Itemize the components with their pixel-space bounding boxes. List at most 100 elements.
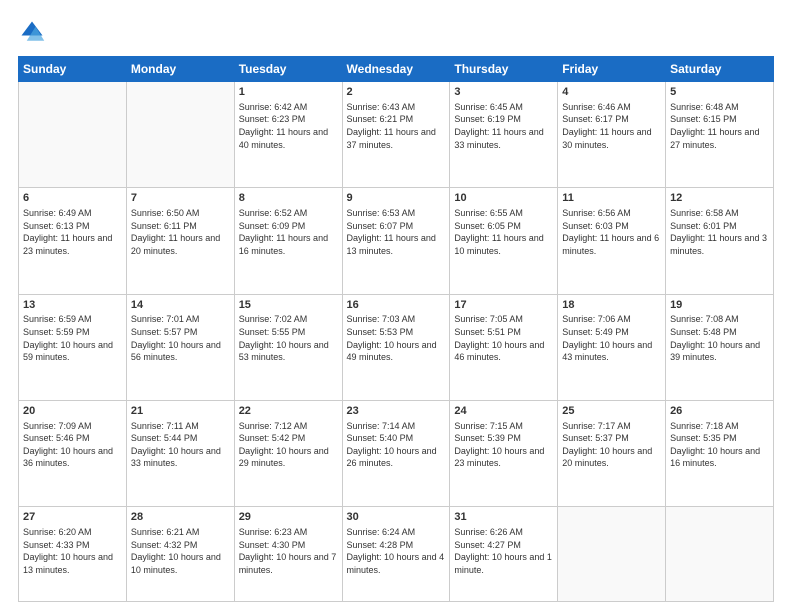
weekday-header: Friday (558, 57, 666, 82)
day-info: Sunrise: 7:03 AM Sunset: 5:53 PM Dayligh… (347, 313, 446, 363)
calendar-cell: 26Sunrise: 7:18 AM Sunset: 5:35 PM Dayli… (666, 400, 774, 506)
day-info: Sunrise: 7:01 AM Sunset: 5:57 PM Dayligh… (131, 313, 230, 363)
day-number: 20 (23, 404, 122, 419)
logo-icon (18, 18, 46, 46)
weekday-header: Thursday (450, 57, 558, 82)
calendar-cell: 5Sunrise: 6:48 AM Sunset: 6:15 PM Daylig… (666, 82, 774, 188)
day-number: 30 (347, 510, 446, 525)
day-number: 7 (131, 191, 230, 206)
calendar-week-row: 1Sunrise: 6:42 AM Sunset: 6:23 PM Daylig… (19, 82, 774, 188)
calendar-cell (666, 507, 774, 602)
day-number: 16 (347, 298, 446, 313)
day-number: 8 (239, 191, 338, 206)
weekday-header: Tuesday (234, 57, 342, 82)
day-info: Sunrise: 7:15 AM Sunset: 5:39 PM Dayligh… (454, 420, 553, 470)
day-number: 13 (23, 298, 122, 313)
calendar-cell (558, 507, 666, 602)
calendar-cell: 1Sunrise: 6:42 AM Sunset: 6:23 PM Daylig… (234, 82, 342, 188)
day-number: 21 (131, 404, 230, 419)
day-number: 10 (454, 191, 553, 206)
day-number: 14 (131, 298, 230, 313)
day-info: Sunrise: 7:11 AM Sunset: 5:44 PM Dayligh… (131, 420, 230, 470)
day-info: Sunrise: 6:42 AM Sunset: 6:23 PM Dayligh… (239, 101, 338, 151)
calendar-cell (19, 82, 127, 188)
calendar-cell: 11Sunrise: 6:56 AM Sunset: 6:03 PM Dayli… (558, 188, 666, 294)
calendar-cell: 8Sunrise: 6:52 AM Sunset: 6:09 PM Daylig… (234, 188, 342, 294)
calendar-cell: 19Sunrise: 7:08 AM Sunset: 5:48 PM Dayli… (666, 294, 774, 400)
weekday-header: Saturday (666, 57, 774, 82)
calendar-cell: 21Sunrise: 7:11 AM Sunset: 5:44 PM Dayli… (126, 400, 234, 506)
day-info: Sunrise: 6:48 AM Sunset: 6:15 PM Dayligh… (670, 101, 769, 151)
day-info: Sunrise: 6:56 AM Sunset: 6:03 PM Dayligh… (562, 207, 661, 257)
calendar-cell: 4Sunrise: 6:46 AM Sunset: 6:17 PM Daylig… (558, 82, 666, 188)
day-info: Sunrise: 7:17 AM Sunset: 5:37 PM Dayligh… (562, 420, 661, 470)
calendar-cell: 2Sunrise: 6:43 AM Sunset: 6:21 PM Daylig… (342, 82, 450, 188)
day-number: 25 (562, 404, 661, 419)
calendar-cell: 17Sunrise: 7:05 AM Sunset: 5:51 PM Dayli… (450, 294, 558, 400)
day-info: Sunrise: 6:49 AM Sunset: 6:13 PM Dayligh… (23, 207, 122, 257)
calendar-cell: 15Sunrise: 7:02 AM Sunset: 5:55 PM Dayli… (234, 294, 342, 400)
page: SundayMondayTuesdayWednesdayThursdayFrid… (0, 0, 792, 612)
day-number: 31 (454, 510, 553, 525)
calendar-cell: 14Sunrise: 7:01 AM Sunset: 5:57 PM Dayli… (126, 294, 234, 400)
day-info: Sunrise: 7:08 AM Sunset: 5:48 PM Dayligh… (670, 313, 769, 363)
day-info: Sunrise: 6:53 AM Sunset: 6:07 PM Dayligh… (347, 207, 446, 257)
calendar-cell: 28Sunrise: 6:21 AM Sunset: 4:32 PM Dayli… (126, 507, 234, 602)
day-info: Sunrise: 7:12 AM Sunset: 5:42 PM Dayligh… (239, 420, 338, 470)
calendar-cell: 12Sunrise: 6:58 AM Sunset: 6:01 PM Dayli… (666, 188, 774, 294)
day-number: 9 (347, 191, 446, 206)
day-number: 22 (239, 404, 338, 419)
calendar-cell: 10Sunrise: 6:55 AM Sunset: 6:05 PM Dayli… (450, 188, 558, 294)
day-number: 2 (347, 85, 446, 100)
calendar-cell: 25Sunrise: 7:17 AM Sunset: 5:37 PM Dayli… (558, 400, 666, 506)
logo (18, 18, 50, 46)
day-number: 15 (239, 298, 338, 313)
day-info: Sunrise: 6:45 AM Sunset: 6:19 PM Dayligh… (454, 101, 553, 151)
day-info: Sunrise: 7:18 AM Sunset: 5:35 PM Dayligh… (670, 420, 769, 470)
calendar-cell: 29Sunrise: 6:23 AM Sunset: 4:30 PM Dayli… (234, 507, 342, 602)
header (18, 18, 774, 46)
day-info: Sunrise: 6:26 AM Sunset: 4:27 PM Dayligh… (454, 526, 553, 576)
day-number: 19 (670, 298, 769, 313)
calendar-cell: 9Sunrise: 6:53 AM Sunset: 6:07 PM Daylig… (342, 188, 450, 294)
day-info: Sunrise: 7:14 AM Sunset: 5:40 PM Dayligh… (347, 420, 446, 470)
day-info: Sunrise: 6:24 AM Sunset: 4:28 PM Dayligh… (347, 526, 446, 576)
weekday-header: Wednesday (342, 57, 450, 82)
day-number: 29 (239, 510, 338, 525)
day-number: 24 (454, 404, 553, 419)
day-info: Sunrise: 6:52 AM Sunset: 6:09 PM Dayligh… (239, 207, 338, 257)
day-info: Sunrise: 7:05 AM Sunset: 5:51 PM Dayligh… (454, 313, 553, 363)
day-info: Sunrise: 6:55 AM Sunset: 6:05 PM Dayligh… (454, 207, 553, 257)
calendar-cell: 23Sunrise: 7:14 AM Sunset: 5:40 PM Dayli… (342, 400, 450, 506)
day-number: 23 (347, 404, 446, 419)
calendar-cell: 6Sunrise: 6:49 AM Sunset: 6:13 PM Daylig… (19, 188, 127, 294)
weekday-header-row: SundayMondayTuesdayWednesdayThursdayFrid… (19, 57, 774, 82)
day-info: Sunrise: 6:50 AM Sunset: 6:11 PM Dayligh… (131, 207, 230, 257)
calendar-cell: 22Sunrise: 7:12 AM Sunset: 5:42 PM Dayli… (234, 400, 342, 506)
calendar-cell: 24Sunrise: 7:15 AM Sunset: 5:39 PM Dayli… (450, 400, 558, 506)
day-info: Sunrise: 6:46 AM Sunset: 6:17 PM Dayligh… (562, 101, 661, 151)
calendar-cell: 27Sunrise: 6:20 AM Sunset: 4:33 PM Dayli… (19, 507, 127, 602)
calendar-cell: 18Sunrise: 7:06 AM Sunset: 5:49 PM Dayli… (558, 294, 666, 400)
calendar-week-row: 13Sunrise: 6:59 AM Sunset: 5:59 PM Dayli… (19, 294, 774, 400)
day-info: Sunrise: 7:06 AM Sunset: 5:49 PM Dayligh… (562, 313, 661, 363)
day-info: Sunrise: 6:59 AM Sunset: 5:59 PM Dayligh… (23, 313, 122, 363)
day-number: 4 (562, 85, 661, 100)
weekday-header: Monday (126, 57, 234, 82)
day-number: 17 (454, 298, 553, 313)
calendar-cell: 30Sunrise: 6:24 AM Sunset: 4:28 PM Dayli… (342, 507, 450, 602)
day-number: 3 (454, 85, 553, 100)
calendar-table: SundayMondayTuesdayWednesdayThursdayFrid… (18, 56, 774, 602)
day-number: 18 (562, 298, 661, 313)
calendar-week-row: 6Sunrise: 6:49 AM Sunset: 6:13 PM Daylig… (19, 188, 774, 294)
day-info: Sunrise: 6:20 AM Sunset: 4:33 PM Dayligh… (23, 526, 122, 576)
day-info: Sunrise: 7:02 AM Sunset: 5:55 PM Dayligh… (239, 313, 338, 363)
day-number: 5 (670, 85, 769, 100)
calendar-week-row: 27Sunrise: 6:20 AM Sunset: 4:33 PM Dayli… (19, 507, 774, 602)
calendar-cell: 3Sunrise: 6:45 AM Sunset: 6:19 PM Daylig… (450, 82, 558, 188)
day-number: 11 (562, 191, 661, 206)
day-number: 28 (131, 510, 230, 525)
day-info: Sunrise: 7:09 AM Sunset: 5:46 PM Dayligh… (23, 420, 122, 470)
weekday-header: Sunday (19, 57, 127, 82)
day-info: Sunrise: 6:23 AM Sunset: 4:30 PM Dayligh… (239, 526, 338, 576)
